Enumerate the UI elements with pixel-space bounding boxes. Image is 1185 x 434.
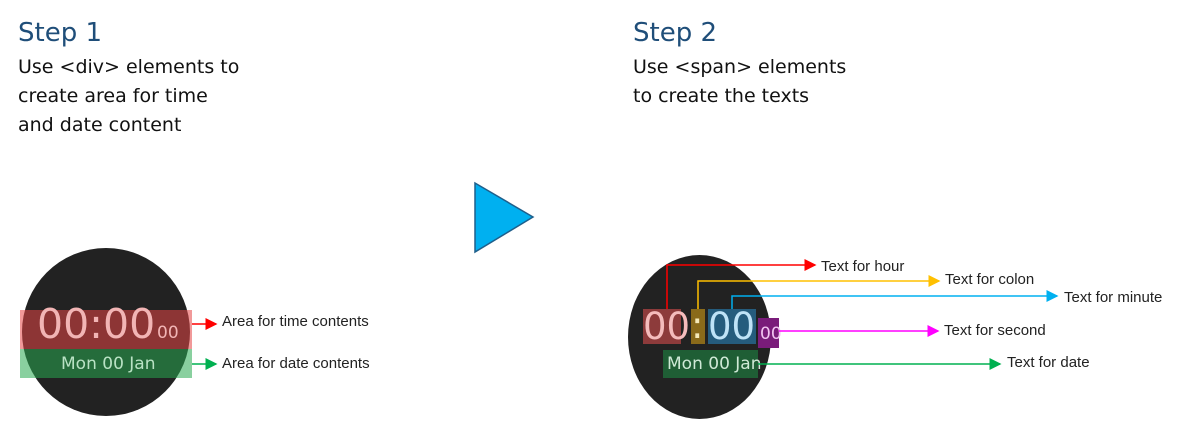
- play-triangle-icon: [474, 181, 535, 254]
- colon-connector: [697, 275, 941, 309]
- hour-connector: [666, 259, 817, 309]
- connector-layer: [192, 181, 1059, 370]
- minute-connector: [731, 290, 1059, 309]
